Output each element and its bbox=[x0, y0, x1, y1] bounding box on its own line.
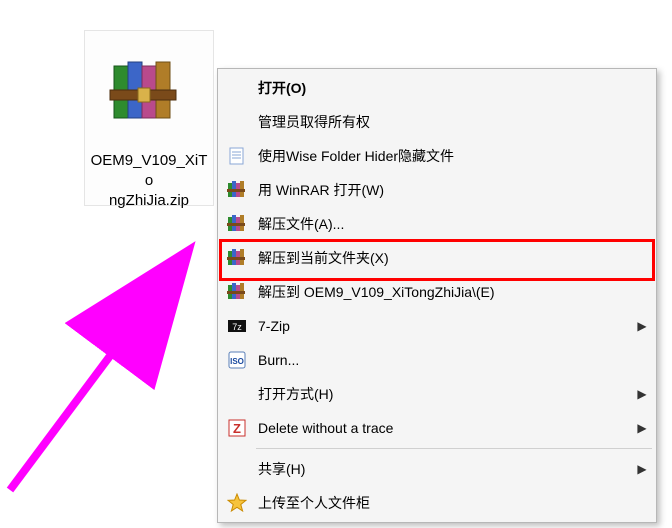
pointer-arrow bbox=[0, 230, 210, 500]
menu-item-label: 共享(H) bbox=[254, 459, 630, 479]
submenu-arrow-icon: ▶ bbox=[630, 462, 654, 476]
iso-disc-icon: ISO bbox=[220, 343, 254, 377]
menu-item-label: 用 WinRAR 打开(W) bbox=[254, 180, 630, 200]
menu-item-burn[interactable]: ISO Burn... bbox=[220, 343, 654, 377]
menu-item-label: 使用Wise Folder Hider隐藏文件 bbox=[254, 146, 630, 166]
file-icon bbox=[85, 31, 213, 151]
blank bbox=[220, 377, 254, 411]
z-icon: Z bbox=[220, 411, 254, 445]
menu-item-label: Delete without a trace bbox=[254, 420, 630, 436]
context-menu[interactable]: 打开(O) 管理员取得所有权 使用Wise Folder Hider隐藏文件 用 … bbox=[217, 68, 657, 523]
menu-item-label: 解压文件(A)... bbox=[254, 214, 630, 234]
menu-item-open-with[interactable]: 打开方式(H)▶ bbox=[220, 377, 654, 411]
winrar-books-icon bbox=[220, 275, 254, 309]
menu-item-label: 7-Zip bbox=[254, 318, 630, 334]
blank bbox=[220, 452, 254, 486]
menu-item-label: 上传至个人文件柜 bbox=[254, 493, 630, 513]
menu-item-upload-locker[interactable]: 上传至个人文件柜 bbox=[220, 486, 654, 520]
winrar-archive-icon bbox=[106, 48, 192, 134]
menu-item-extract-files[interactable]: 解压文件(A)... bbox=[220, 207, 654, 241]
svg-text:Z: Z bbox=[233, 421, 241, 436]
menu-item-delete-trace[interactable]: Z Delete without a trace▶ bbox=[220, 411, 654, 445]
file-label-line1: OEM9_V109_XiTo bbox=[91, 152, 208, 189]
star-icon bbox=[220, 486, 254, 520]
menu-item-label: 打开(O) bbox=[254, 78, 630, 98]
submenu-arrow-icon: ▶ bbox=[630, 421, 654, 435]
menu-item-label: 解压到当前文件夹(X) bbox=[254, 248, 630, 268]
menu-item-open[interactable]: 打开(O) bbox=[220, 71, 654, 105]
menu-item-seven-zip[interactable]: 7z 7-Zip▶ bbox=[220, 309, 654, 343]
svg-text:ISO: ISO bbox=[230, 357, 244, 366]
document-icon bbox=[220, 139, 254, 173]
menu-item-winrar-open[interactable]: 用 WinRAR 打开(W) bbox=[220, 173, 654, 207]
submenu-arrow-icon: ▶ bbox=[630, 387, 654, 401]
menu-separator bbox=[256, 448, 652, 449]
winrar-books-icon bbox=[220, 241, 254, 275]
menu-item-extract-to[interactable]: 解压到 OEM9_V109_XiTongZhiJia\(E) bbox=[220, 275, 654, 309]
menu-item-share[interactable]: 共享(H)▶ bbox=[220, 452, 654, 486]
file-label-line2: ngZhiJia.zip bbox=[109, 192, 189, 209]
menu-item-label: 解压到 OEM9_V109_XiTongZhiJia\(E) bbox=[254, 282, 630, 302]
selected-file[interactable]: OEM9_V109_XiTo ngZhiJia.zip bbox=[84, 30, 214, 206]
file-label: OEM9_V109_XiTo ngZhiJia.zip bbox=[89, 151, 209, 211]
menu-item-label: 打开方式(H) bbox=[254, 384, 630, 404]
menu-item-take-ownership[interactable]: 管理员取得所有权 bbox=[220, 105, 654, 139]
menu-item-label: Burn... bbox=[254, 352, 630, 368]
menu-item-label: 管理员取得所有权 bbox=[254, 112, 630, 132]
menu-item-wise-hide[interactable]: 使用Wise Folder Hider隐藏文件 bbox=[220, 139, 654, 173]
svg-text:7z: 7z bbox=[232, 322, 242, 332]
blank bbox=[220, 71, 254, 105]
winrar-books-icon bbox=[220, 173, 254, 207]
seven-zip-icon: 7z bbox=[220, 309, 254, 343]
blank bbox=[220, 105, 254, 139]
submenu-arrow-icon: ▶ bbox=[630, 319, 654, 333]
menu-item-extract-here[interactable]: 解压到当前文件夹(X) bbox=[220, 241, 654, 275]
winrar-books-icon bbox=[220, 207, 254, 241]
